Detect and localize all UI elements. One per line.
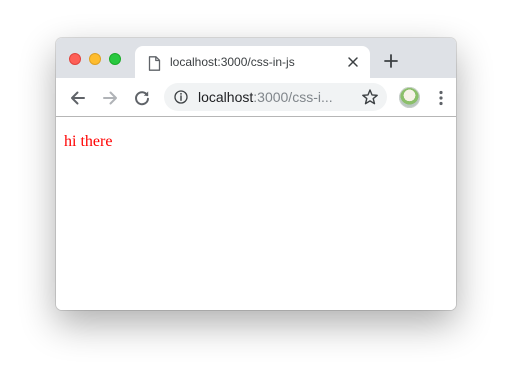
title-bar: localhost:3000/css-in-js xyxy=(56,38,456,79)
reload-icon[interactable] xyxy=(133,89,151,107)
info-icon[interactable] xyxy=(174,90,188,104)
tab-title: localhost:3000/css-in-js xyxy=(170,55,295,69)
browser-toolbar: localhost:3000/css-i... xyxy=(56,79,456,117)
forward-arrow-icon[interactable] xyxy=(101,89,119,107)
tab-active[interactable]: localhost:3000/css-in-js xyxy=(135,46,370,79)
close-window-button[interactable] xyxy=(69,53,81,65)
address-bar[interactable]: localhost:3000/css-i... xyxy=(164,83,387,111)
star-icon[interactable] xyxy=(361,88,379,106)
more-vertical-icon[interactable] xyxy=(438,90,444,106)
new-tab-plus-icon[interactable] xyxy=(384,54,398,68)
url-text[interactable]: localhost:3000/css-i... xyxy=(198,89,333,105)
browser-window: localhost:3000/css-in-js localhost:3000/… xyxy=(56,38,456,310)
profile-avatar[interactable] xyxy=(399,87,420,108)
page-content: hi there xyxy=(56,117,456,310)
maximize-window-button[interactable] xyxy=(109,53,121,65)
url-host: localhost xyxy=(198,89,254,105)
document-icon xyxy=(148,56,161,71)
close-tab-icon[interactable] xyxy=(347,56,359,68)
url-path: :3000/css-i... xyxy=(253,89,333,105)
minimize-window-button[interactable] xyxy=(89,53,101,65)
back-arrow-icon[interactable] xyxy=(69,89,87,107)
hello-text: hi there xyxy=(64,133,113,150)
